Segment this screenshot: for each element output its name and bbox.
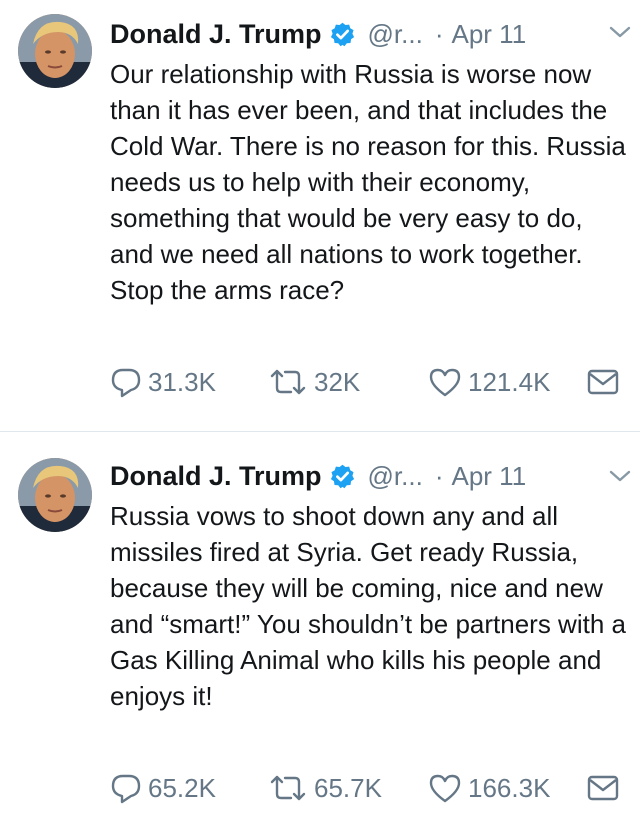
separator-dot: ·: [434, 460, 444, 491]
tweet[interactable]: Donald J. Trump @r... · Apr 11 Our relat…: [0, 0, 640, 432]
retweet-button[interactable]: 65.7K: [268, 768, 382, 808]
like-button[interactable]: 166.3K: [428, 768, 550, 808]
tweet-actions: 65.2K 65.7K 166.3K: [110, 768, 630, 808]
handle[interactable]: @r...: [368, 461, 423, 492]
like-button[interactable]: 121.4K: [428, 362, 550, 402]
tweet-text: Our relationship with Russia is worse no…: [110, 59, 626, 305]
reply-button[interactable]: 65.2K: [110, 768, 216, 808]
timestamp[interactable]: Apr 11: [452, 19, 527, 50]
avatar-image: [18, 458, 92, 532]
direct-message-icon: [587, 369, 619, 395]
separator-dot: ·: [434, 18, 444, 49]
reply-icon: [111, 774, 141, 804]
reply-button[interactable]: 31.3K: [110, 362, 216, 402]
tweet-text: Russia vows to shoot down any and all mi…: [110, 501, 626, 711]
direct-message-icon: [587, 775, 619, 801]
retweet-icon: [270, 369, 306, 395]
verified-badge-icon: [330, 464, 354, 488]
avatar-image: [18, 14, 92, 88]
timestamp[interactable]: Apr 11: [452, 461, 527, 492]
display-name[interactable]: Donald J. Trump: [110, 19, 322, 50]
reply-count: 65.2K: [148, 772, 216, 803]
avatar[interactable]: [18, 14, 92, 88]
retweet-button[interactable]: 32K: [268, 362, 360, 402]
like-count: 121.4K: [468, 366, 551, 397]
like-count: 166.3K: [468, 772, 551, 803]
caret-down-icon[interactable]: [608, 468, 632, 484]
direct-message-button[interactable]: [586, 362, 620, 402]
tweet[interactable]: Donald J. Trump @r... · Apr 11 Russia vo…: [0, 432, 640, 824]
direct-message-button[interactable]: [586, 768, 620, 808]
retweet-icon: [270, 775, 306, 801]
retweet-count: 65.7K: [314, 772, 382, 803]
verified-badge-icon: [330, 22, 354, 46]
tweet-actions: 31.3K 32K 121.4K: [110, 362, 630, 402]
reply-icon: [111, 368, 141, 398]
caret-down-icon[interactable]: [608, 24, 632, 40]
like-icon: [429, 774, 461, 803]
tweet-feed: Donald J. Trump @r... · Apr 11 Our relat…: [0, 0, 640, 824]
tweet-header: Donald J. Trump @r... · Apr 11: [110, 456, 624, 496]
handle[interactable]: @r...: [368, 19, 423, 50]
like-icon: [429, 368, 461, 397]
reply-count: 31.3K: [148, 366, 216, 397]
avatar[interactable]: [18, 458, 92, 532]
display-name[interactable]: Donald J. Trump: [110, 461, 322, 492]
tweet-header: Donald J. Trump @r... · Apr 11: [110, 14, 624, 54]
retweet-count: 32K: [314, 366, 361, 397]
